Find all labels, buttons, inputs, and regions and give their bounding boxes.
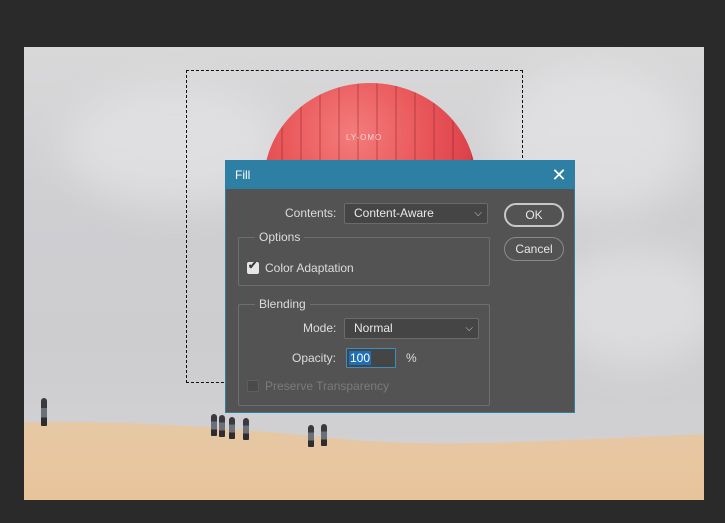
opacity-input-value: 100 [349,351,372,365]
opacity-unit: % [406,351,417,365]
chevron-down-icon: ⌵ [465,323,473,334]
preserve-transparency-label: Preserve Transparency [265,379,390,393]
mode-select-value: Normal [354,321,393,335]
mode-label: Mode: [303,321,337,335]
person-figure [211,414,217,436]
chevron-down-icon: ⌵ [474,208,482,219]
opacity-input[interactable]: 100 [346,348,396,368]
person-figure [41,398,47,426]
sand-dune [24,421,704,500]
contents-select[interactable]: Content-Aware ⌵ [344,203,488,224]
color-adaptation-checkbox[interactable]: ✔ [247,260,259,274]
person-figure [229,417,235,439]
options-group-title: Options [255,230,305,244]
fill-dialog: Fill ✕ Contents: Content-Aware ⌵ Options… [225,160,575,413]
dialog-title: Fill [235,168,251,182]
preserve-transparency-checkbox[interactable] [247,380,259,392]
checkmark-icon: ✔ [248,260,258,272]
mode-select[interactable]: Normal ⌵ [344,318,479,339]
person-figure [308,425,314,447]
person-figure [219,415,225,437]
person-figure [321,424,327,446]
opacity-label: Opacity: [292,351,337,365]
dialog-titlebar[interactable]: Fill ✕ [226,161,574,189]
contents-label: Contents: [285,206,337,220]
person-figure [243,418,249,440]
contents-select-value: Content-Aware [354,206,434,220]
ok-button[interactable]: OK [504,203,564,227]
close-icon[interactable]: ✕ [548,164,570,186]
cancel-button[interactable]: Cancel [504,237,564,261]
blending-group-title: Blending [255,297,310,311]
color-adaptation-label[interactable]: Color Adaptation [265,261,354,275]
